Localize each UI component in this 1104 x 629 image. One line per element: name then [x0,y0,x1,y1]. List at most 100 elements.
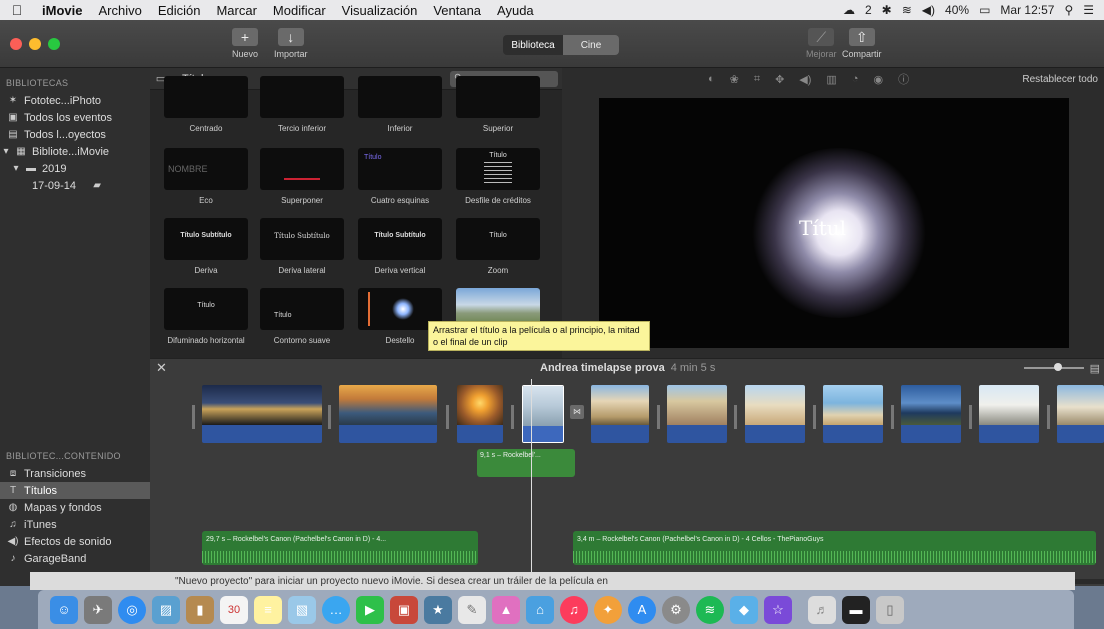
title-tile[interactable]: Superior [456,76,540,134]
menu-ventana[interactable]: Ventana [425,3,489,18]
title-tile[interactable]: Superponer [260,148,344,206]
title-tile[interactable]: Tercio inferior [260,76,344,134]
title-tile[interactable]: Título Zoom [456,218,540,276]
sidebar-item-imovie-library[interactable]: ▾ ▦ Bibliote...iMovie [0,143,150,160]
maps-app-icon[interactable]: ◆ [730,595,758,624]
music-clip[interactable]: 29,7 s – Rockelbel's Canon (Pachelbel's … [202,531,478,565]
title-tile[interactable]: Centrado [164,76,248,134]
photo-booth-icon[interactable]: ▣ [390,595,418,624]
title-tile[interactable]: Inferior [358,76,442,134]
sidebar-item-transitions[interactable]: ⧈ Transiciones [0,465,150,482]
zoom-slider[interactable] [1024,363,1084,371]
menu-app[interactable]: iMovie [34,3,90,18]
equalizer-icon[interactable]: ▥ [826,73,836,86]
video-clip[interactable] [457,385,503,443]
filter-icon[interactable]: ◉ [873,73,883,86]
title-tile[interactable]: NOMBRE Eco [164,148,248,206]
clock[interactable]: Mar 12:57 [1000,3,1054,17]
launchpad-icon[interactable]: ✈ [84,595,112,624]
menu-edicion[interactable]: Edición [150,3,209,18]
sidebar-item-all-events[interactable]: ▣ Todos los eventos [0,109,150,126]
menu-marcar[interactable]: Marcar [208,3,264,18]
import-button[interactable]: ↓ Importar [274,28,308,59]
battery-icon[interactable]: ▭ [979,3,990,17]
title-tile[interactable]: Título Cuatro esquinas [358,148,442,206]
video-clip[interactable] [979,385,1039,443]
clip-appearance-icon[interactable]: ▤ [1090,362,1100,375]
tab-library[interactable]: Biblioteca [503,35,563,55]
stabilization-icon[interactable]: ✥ [775,73,784,86]
title-tile[interactable]: Título Desfile de créditos [456,148,540,206]
spotlight-icon[interactable]: ⚲ [1064,3,1073,17]
sidebar-item-event-17-09-14[interactable]: 17-09-14 ▰ [0,177,150,194]
textedit-icon[interactable]: ✎ [458,595,486,624]
video-clip[interactable] [339,385,437,443]
tray-counter[interactable]: 2 [865,3,872,17]
terminal-icon[interactable]: ▬ [842,595,870,624]
sidebar-item-itunes[interactable]: ♫ iTunes [0,516,150,533]
title-clip[interactable]: 9,1 s – Rockelbel'... [477,449,575,477]
video-clip[interactable] [1057,385,1104,443]
app-store-icon[interactable]: A [628,595,656,624]
volume-icon[interactable]: ◀) [799,73,811,86]
crop-icon[interactable]: ⌗ [754,73,760,86]
sidebar-item-sound-effects[interactable]: ◀) Efectos de sonido [0,533,150,550]
music-clip[interactable]: 3,4 m – Rockelbel's Canon (Pachelbel's C… [573,531,1096,565]
share-button[interactable]: ⇧ Compartir [842,28,882,59]
zoom-slider-knob[interactable] [1054,363,1062,371]
notes-icon[interactable]: ≡ [254,595,282,624]
disclosure-down-icon[interactable]: ▾ [12,163,20,174]
title-tile[interactable]: Título Subtítulo Deriva lateral [260,218,344,276]
video-clip-selected[interactable] [522,385,564,443]
photos-viewer-icon[interactable]: ▧ [288,595,316,624]
color-correction-icon[interactable]: ❀ [730,73,739,86]
imovie-dock-icon[interactable]: ★ [424,595,452,624]
preview-icon[interactable]: ▨ [152,595,180,624]
sidebar-item-all-projects[interactable]: ▤ Todos l...oyectos [0,126,150,143]
imovie-star-icon[interactable]: ☆ [764,595,792,624]
color-balance-icon[interactable]: ◐ [708,73,715,85]
contacts-icon[interactable]: ▮ [186,595,214,624]
menu-modificar[interactable]: Modificar [265,3,334,18]
sidebar-item-garageband[interactable]: ♪ GarageBand [0,550,150,567]
document-icon[interactable]: ♬ [808,595,836,624]
calendar-icon[interactable]: 30 [220,595,248,624]
system-preferences-icon[interactable]: ⚙ [662,595,690,624]
improve-button[interactable]: ⟋ Mejorar [806,28,837,59]
bluetooth-icon[interactable]: ✱ [882,3,892,17]
menu-ayuda[interactable]: Ayuda [489,3,542,18]
playhead[interactable] [531,379,532,584]
title-tile[interactable]: Título Subtítulo Deriva vertical [358,218,442,276]
sidebar-item-maps[interactable]: ◍ Mapas y fondos [0,499,150,516]
info-icon[interactable]: ⓘ [898,71,909,87]
disclosure-down-icon[interactable]: ▾ [2,146,10,157]
transition-icon[interactable]: ⋈ [570,405,584,419]
wifi-icon[interactable]: ≋ [902,3,912,17]
tab-cinema[interactable]: Cine [563,35,619,55]
close-window-button[interactable] [10,38,22,50]
messages-icon[interactable]: … [322,595,350,624]
keynote-icon[interactable]: ▲ [492,595,520,624]
video-clip[interactable] [202,385,322,443]
menu-visualizacion[interactable]: Visualización [334,3,426,18]
new-button[interactable]: + Nuevo [232,28,258,59]
volume-icon[interactable]: ◀) [922,3,935,17]
facetime-icon[interactable]: ▶ [356,595,384,624]
menu-archivo[interactable]: Archivo [90,3,149,18]
apple-menu-icon[interactable]:  [0,2,34,18]
itunes-icon[interactable]: ♫ [560,595,588,624]
speed-icon[interactable]: ◔ [852,73,859,85]
minimize-window-button[interactable] [29,38,41,50]
system-icon[interactable]: ⌂ [526,595,554,624]
close-icon[interactable]: ✕ [156,360,167,376]
video-clip[interactable] [667,385,727,443]
finder-icon[interactable]: ☺ [50,595,78,624]
spotify-icon[interactable]: ≋ [696,595,724,624]
trash-icon[interactable]: ▯ [876,595,904,624]
video-clip[interactable] [591,385,649,443]
video-clip[interactable] [823,385,883,443]
sidebar-item-2019[interactable]: ▾ ▬ 2019 [0,160,150,177]
title-tile[interactable]: Título Contorno suave [260,288,344,346]
video-clip[interactable] [745,385,805,443]
title-tile[interactable]: Título Difuminado horizontal [164,288,248,346]
